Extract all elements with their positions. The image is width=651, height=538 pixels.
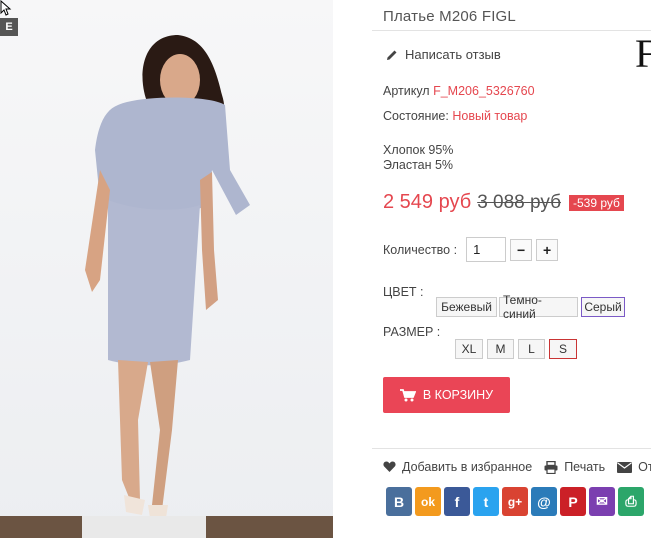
sku-line: Артикул F_M206_5326760 [383,84,535,98]
add-to-cart-button[interactable]: В КОРЗИНУ [383,377,510,413]
size-option-l[interactable]: L [518,339,545,359]
action-links: Добавить в избранное Печать От [383,460,651,474]
print-label: Печать [564,460,606,474]
quantity-input[interactable] [466,237,507,262]
image-badge: E [0,18,18,36]
send-link[interactable]: От [617,460,651,474]
send-label: От [638,460,651,474]
cart-icon [399,388,416,401]
model-illustration [85,35,250,518]
old-price: 3 088 руб [477,191,561,213]
social-share-bar: В ok f t g+ @ P ✉ ⎙ [386,487,644,516]
heart-icon [383,461,396,472]
share-google-plus-button[interactable]: g+ [502,487,528,516]
brand-logo[interactable]: F [635,34,651,74]
add-to-favorites-link[interactable]: Добавить в избранное [383,460,532,474]
color-option-beige[interactable]: Бежевый [436,297,497,317]
color-option-gray[interactable]: Серый [581,297,625,317]
printer-icon [544,460,558,474]
composition-line-1: Хлопок 95% [383,143,454,157]
pencil-icon [387,50,397,60]
quantity-label: Количество : [383,242,458,257]
sku-value: F_M206_5326760 [433,84,535,98]
write-review-link[interactable]: Написать отзыв [386,47,501,62]
share-email-button[interactable]: @ [531,487,557,516]
composition-line-2: Эластан 5% [383,158,454,172]
mouse-cursor-icon [0,0,12,16]
actions-divider [372,448,651,449]
discount-badge: -539 руб [568,194,624,211]
share-twitter-button[interactable]: t [473,487,499,516]
share-pinterest-button[interactable]: P [560,487,586,516]
condition-line: Состояние: Новый товар [383,109,527,123]
quantity-minus-button[interactable]: − [510,238,533,261]
size-option-xl[interactable]: XL [455,339,483,359]
product-photo[interactable]: E [0,0,333,538]
print-link[interactable]: Печать [544,460,605,474]
title-divider [372,30,651,31]
current-price: 2 549 руб [383,191,472,213]
color-label: ЦВЕТ : [383,285,424,299]
share-mail-button[interactable]: ✉ [589,487,615,516]
add-to-cart-label: В КОРЗИНУ [422,388,494,402]
write-review-label: Написать отзыв [405,47,501,62]
share-odnoklassniki-button[interactable]: ok [415,487,441,516]
condition-label: Состояние: [383,109,449,123]
size-option-s[interactable]: S [549,339,577,359]
condition-value: Новый товар [452,109,528,123]
share-facebook-button[interactable]: f [444,487,470,516]
size-label: РАЗМЕР : [383,325,441,339]
floor-slab [82,516,206,538]
quantity-plus-button[interactable]: + [536,238,559,261]
share-vk-button[interactable]: В [386,487,412,516]
price-row: 2 549 руб 3 088 руб -539 руб [383,191,624,214]
add-to-favorites-label: Добавить в избранное [402,460,533,474]
envelope-icon [617,461,633,473]
size-option-m[interactable]: M [487,339,514,359]
product-title: Платье M206 FIGL [383,8,516,25]
color-option-dark-blue[interactable]: Темно-синий [499,293,578,321]
quantity-row: Количество : − + [383,237,559,262]
share-print-button[interactable]: ⎙ [618,487,644,516]
sku-label: Артикул [383,84,430,98]
